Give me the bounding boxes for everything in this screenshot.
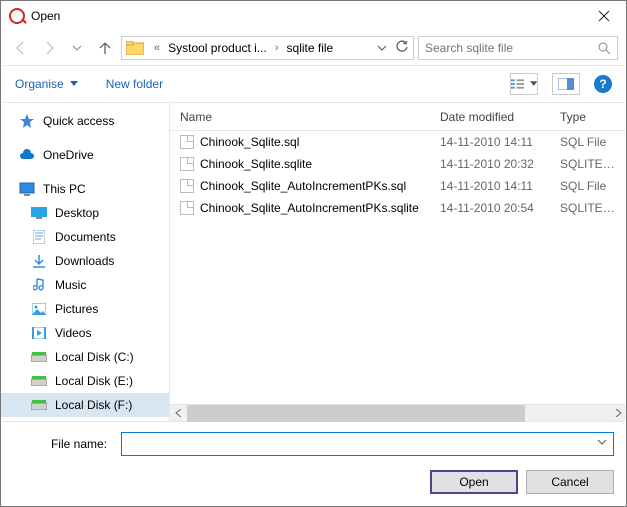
file-type: SQL File	[550, 179, 626, 193]
navigation-pane: Quick access OneDrive This PC Desktop Do…	[1, 103, 169, 421]
breadcrumb-segment[interactable]: Systool product i...	[166, 41, 269, 55]
search-box[interactable]	[418, 36, 618, 60]
cloud-icon	[19, 147, 35, 163]
download-icon	[31, 253, 47, 269]
file-type: SQLITE File	[550, 157, 626, 171]
chevron-down-icon	[70, 80, 78, 88]
search-icon	[597, 41, 611, 55]
column-headers: Name Date modified Type	[170, 103, 626, 131]
file-icon	[180, 135, 194, 149]
toolbar: Organise New folder ?	[1, 66, 626, 102]
disk-icon	[31, 373, 47, 389]
videos-icon	[31, 325, 47, 341]
file-icon	[180, 179, 194, 193]
open-button[interactable]: Open	[430, 470, 518, 494]
window-title: Open	[31, 9, 581, 23]
sidebar-item-disk-f[interactable]: Local Disk (F:)	[1, 393, 169, 417]
view-options-button[interactable]	[510, 73, 538, 95]
column-date[interactable]: Date modified	[430, 110, 550, 124]
sidebar-item-music[interactable]: Music	[1, 273, 169, 297]
file-type: SQLITE File	[550, 201, 626, 215]
filename-label: File name:	[13, 437, 113, 451]
monitor-icon	[19, 181, 35, 197]
breadcrumb-sep: «	[148, 42, 166, 54]
bottom-panel: File name: Open Cancel	[1, 422, 626, 506]
column-name[interactable]: Name	[170, 110, 430, 124]
folder-icon	[126, 41, 144, 55]
chevron-down-icon[interactable]	[371, 43, 393, 53]
disk-icon	[31, 349, 47, 365]
horizontal-scrollbar[interactable]	[170, 404, 626, 421]
nav-row: « Systool product i... › sqlite file	[1, 31, 626, 65]
sidebar-item-this-pc[interactable]: This PC	[1, 177, 169, 201]
scrollbar-thumb[interactable]	[187, 405, 525, 422]
pictures-icon	[31, 301, 47, 317]
disk-icon	[31, 397, 47, 413]
file-row[interactable]: Chinook_Sqlite_AutoIncrementPKs.sql 14-11…	[170, 175, 626, 197]
filename-input[interactable]	[121, 432, 614, 456]
app-icon	[9, 8, 25, 24]
up-button[interactable]	[93, 36, 117, 60]
file-list-pane: Name Date modified Type Chinook_Sqlite.s…	[169, 103, 626, 421]
breadcrumb-segment[interactable]: sqlite file	[285, 41, 336, 55]
close-button[interactable]	[581, 1, 626, 31]
title-bar: Open	[1, 1, 626, 31]
file-icon	[180, 157, 194, 171]
new-folder-button[interactable]: New folder	[106, 77, 163, 91]
cancel-button[interactable]: Cancel	[526, 470, 614, 494]
sidebar-item-disk-e[interactable]: Local Disk (E:)	[1, 369, 169, 393]
file-row[interactable]: Chinook_Sqlite.sql 14-11-2010 14:11SQL Fi…	[170, 131, 626, 153]
chevron-right-icon: ›	[269, 42, 285, 54]
sidebar-item-desktop[interactable]: Desktop	[1, 201, 169, 225]
sidebar-item-videos[interactable]: Videos	[1, 321, 169, 345]
file-type: SQL File	[550, 135, 626, 149]
sidebar-item-quick-access[interactable]: Quick access	[1, 109, 169, 133]
scroll-left-icon[interactable]	[170, 405, 187, 422]
forward-button[interactable]	[37, 36, 61, 60]
chevron-down-icon[interactable]	[597, 437, 607, 447]
sidebar-item-disk-c[interactable]: Local Disk (C:)	[1, 345, 169, 369]
star-icon	[19, 113, 35, 129]
recent-dropdown[interactable]	[65, 36, 89, 60]
desktop-icon	[31, 205, 47, 221]
address-bar[interactable]: « Systool product i... › sqlite file	[121, 36, 414, 60]
file-date: 14-11-2010 14:11	[430, 179, 550, 193]
sidebar-item-pictures[interactable]: Pictures	[1, 297, 169, 321]
file-row[interactable]: Chinook_Sqlite_AutoIncrementPKs.sqlite 14…	[170, 197, 626, 219]
scroll-right-icon[interactable]	[609, 405, 626, 422]
search-input[interactable]	[425, 41, 611, 55]
file-name: Chinook_Sqlite.sqlite	[200, 157, 312, 171]
sidebar-item-onedrive[interactable]: OneDrive	[1, 143, 169, 167]
file-date: 14-11-2010 20:54	[430, 201, 550, 215]
file-name: Chinook_Sqlite.sql	[200, 135, 299, 149]
file-row[interactable]: Chinook_Sqlite.sqlite 14-11-2010 20:32SQL…	[170, 153, 626, 175]
document-icon	[31, 229, 47, 245]
music-icon	[31, 277, 47, 293]
help-button[interactable]: ?	[594, 75, 612, 93]
file-name: Chinook_Sqlite_AutoIncrementPKs.sql	[200, 179, 406, 193]
file-icon	[180, 201, 194, 215]
preview-pane-button[interactable]	[552, 73, 580, 95]
column-type[interactable]: Type	[550, 110, 626, 124]
sidebar-item-downloads[interactable]: Downloads	[1, 249, 169, 273]
file-name: Chinook_Sqlite_AutoIncrementPKs.sqlite	[200, 201, 419, 215]
file-date: 14-11-2010 14:11	[430, 135, 550, 149]
back-button[interactable]	[9, 36, 33, 60]
file-date: 14-11-2010 20:32	[430, 157, 550, 171]
organise-button[interactable]: Organise	[15, 77, 78, 91]
file-list: Chinook_Sqlite.sql14-11-2010 14:11SQL Fi…	[170, 131, 626, 404]
sidebar-item-documents[interactable]: Documents	[1, 225, 169, 249]
refresh-icon[interactable]	[395, 40, 409, 54]
